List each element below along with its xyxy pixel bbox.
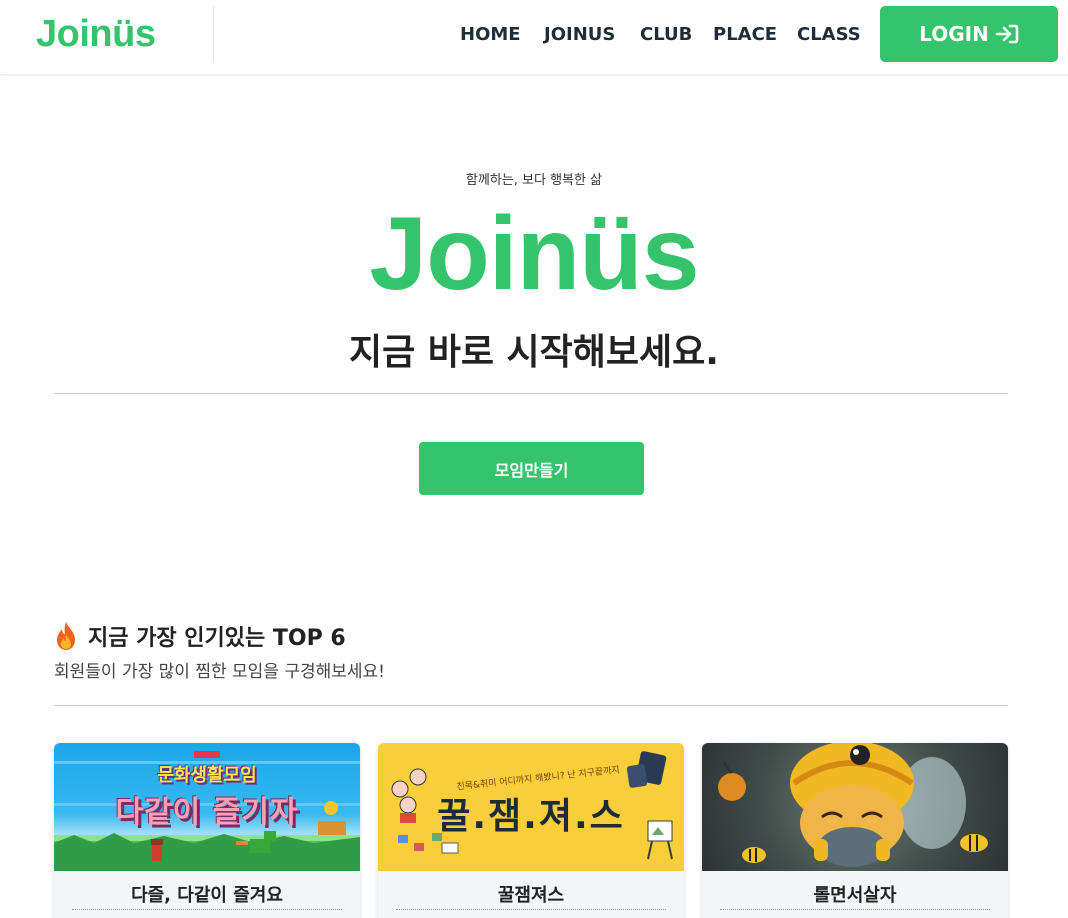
club-card[interactable]: 롤면서살자 bbox=[702, 743, 1008, 918]
club-card-image bbox=[702, 743, 1008, 871]
club-card-name: 롤면서살자 bbox=[813, 885, 897, 906]
card-divider bbox=[72, 909, 342, 910]
club-card[interactable]: 문화생활모임 다같이 즐기자 다즐, 다같이 즐겨요 bbox=[54, 743, 360, 918]
club-card-name: 꿀잼져스 bbox=[497, 885, 565, 906]
nav-place[interactable]: PLACE bbox=[713, 22, 777, 48]
card-divider bbox=[720, 909, 990, 910]
nav-club[interactable]: CLUB bbox=[640, 22, 692, 48]
club-card-name: 다즐, 다같이 즐겨요 bbox=[131, 885, 283, 906]
club-card-image: 문화생활모임 다같이 즐기자 bbox=[54, 743, 360, 871]
hero-logo: Joinüs bbox=[369, 196, 699, 312]
card-banner-line1: 문화생활모임 bbox=[157, 765, 257, 786]
hero-title: 지금 바로 시작해보세요. bbox=[349, 332, 719, 373]
popular-header: 지금 가장 인기있는 TOP 6 bbox=[54, 620, 346, 652]
nav-joinus[interactable]: JOINUS bbox=[544, 22, 615, 48]
popular-divider bbox=[54, 705, 1008, 706]
card-divider bbox=[396, 909, 666, 910]
popular-title: 지금 가장 인기있는 TOP 6 bbox=[88, 626, 346, 651]
bee-character-art bbox=[718, 743, 988, 867]
nav-class[interactable]: CLASS bbox=[797, 22, 861, 48]
hero-divider bbox=[54, 393, 1008, 394]
fire-icon bbox=[57, 622, 75, 650]
hero-tagline: 함께하는, 보다 행복한 삶 bbox=[465, 173, 603, 188]
club-card-image: 친목&취미 어디까지 해봤니? 난 지구끝까지 꿀.잼.져.스 bbox=[378, 743, 684, 871]
popular-subtitle: 회원들이 가장 많이 찜한 모임을 구경해보세요! bbox=[54, 662, 385, 682]
brand-divider bbox=[213, 6, 214, 62]
login-arrow-icon bbox=[995, 24, 1019, 44]
create-meeting-button[interactable]: 모임만들기 bbox=[419, 442, 644, 495]
brand-logo[interactable]: Joinüs bbox=[36, 12, 156, 56]
login-button[interactable]: LOGIN bbox=[880, 6, 1058, 62]
navbar: Joinüs HOME JOINUS CLUB PLACE CLASS LOGI… bbox=[0, 0, 1068, 74]
card-banner-title: 꿀.잼.져.스 bbox=[437, 796, 625, 837]
card-banner-line2: 다같이 즐기자 bbox=[115, 795, 299, 830]
club-card[interactable]: 친목&취미 어디까지 해봤니? 난 지구끝까지 꿀.잼.져.스 꿀잼져스 bbox=[378, 743, 684, 918]
nav-home[interactable]: HOME bbox=[460, 22, 521, 48]
login-label: LOGIN bbox=[919, 22, 989, 46]
